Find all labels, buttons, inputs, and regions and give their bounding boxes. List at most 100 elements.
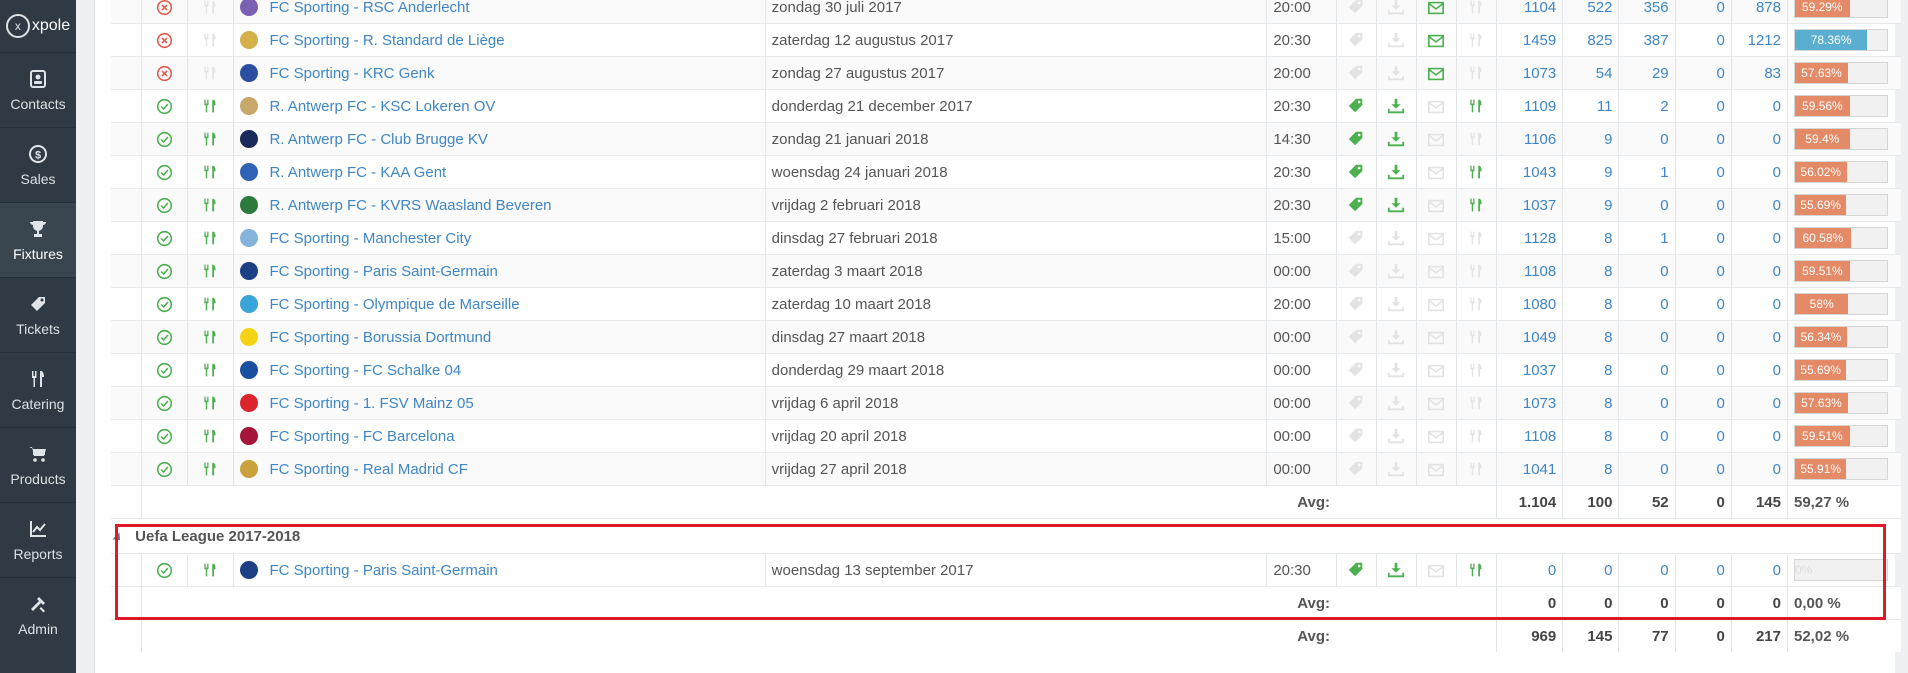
count-4[interactable]: 0 (1674, 320, 1732, 354)
count-1[interactable]: 1459 (1496, 23, 1563, 57)
tag-icon[interactable] (1335, 122, 1377, 156)
match-link[interactable]: FC Sporting - R. Standard de Liège (263, 23, 766, 57)
catering-icon[interactable] (186, 353, 234, 387)
count-5[interactable]: 0 (1730, 89, 1788, 123)
count-1[interactable]: 1080 (1496, 287, 1563, 321)
fixture-row[interactable]: FC Sporting - Manchester City dinsdag 27… (111, 221, 1901, 255)
collapse-triangle-icon[interactable] (112, 531, 124, 544)
catering-icon[interactable] (186, 23, 234, 57)
download-icon[interactable] (1375, 155, 1417, 189)
match-name[interactable]: FC Sporting - FC Schalke 04 (269, 362, 461, 379)
catering-icon[interactable] (186, 122, 234, 156)
count-3[interactable]: 0 (1618, 353, 1676, 387)
count-3[interactable]: 0 (1618, 386, 1676, 420)
catering-status-icon[interactable] (1455, 122, 1497, 156)
count-3[interactable]: 1 (1618, 221, 1676, 255)
confirmed-icon[interactable] (140, 386, 188, 420)
catering-status-icon[interactable] (1455, 89, 1497, 123)
sidebar-item-admin[interactable]: Admin (0, 577, 76, 652)
count-1[interactable]: 1128 (1496, 221, 1563, 255)
count-1[interactable]: 1106 (1496, 122, 1563, 156)
count-5[interactable]: 0 (1730, 452, 1788, 486)
catering-status-icon[interactable] (1455, 553, 1497, 587)
count-5[interactable]: 0 (1730, 553, 1788, 587)
catering-status-icon[interactable] (1455, 254, 1497, 288)
mail-icon[interactable] (1415, 23, 1457, 57)
cancelled-icon[interactable] (140, 56, 188, 90)
sidebar-item-reports[interactable]: Reports (0, 502, 76, 577)
match-name[interactable]: FC Sporting - Manchester City (269, 230, 471, 247)
count-3[interactable]: 387 (1618, 23, 1676, 57)
count-3[interactable]: 0 (1618, 419, 1676, 453)
tag-icon[interactable] (1335, 254, 1377, 288)
count-2[interactable]: 8 (1562, 287, 1619, 321)
match-name[interactable]: FC Sporting - Real Madrid CF (269, 461, 467, 478)
fixture-row[interactable]: FC Sporting - Borussia Dortmund dinsdag … (111, 320, 1901, 354)
count-3[interactable]: 0 (1618, 452, 1676, 486)
count-3[interactable]: 2 (1618, 89, 1676, 123)
count-2[interactable]: 8 (1562, 254, 1619, 288)
tag-icon[interactable] (1335, 287, 1377, 321)
download-icon[interactable] (1375, 0, 1417, 24)
tag-icon[interactable] (1335, 23, 1377, 57)
sidebar-item-contacts[interactable]: Contacts (0, 52, 76, 127)
count-4[interactable]: 0 (1674, 353, 1732, 387)
count-2[interactable]: 8 (1562, 221, 1619, 255)
count-5[interactable]: 0 (1730, 320, 1788, 354)
count-4[interactable]: 0 (1674, 0, 1732, 24)
match-link[interactable]: FC Sporting - Real Madrid CF (263, 452, 766, 486)
tag-icon[interactable] (1335, 386, 1377, 420)
catering-icon[interactable] (186, 419, 234, 453)
count-5[interactable]: 0 (1730, 353, 1788, 387)
count-1[interactable]: 0 (1496, 553, 1563, 587)
tag-icon[interactable] (1335, 553, 1377, 587)
match-link[interactable]: FC Sporting - FC Schalke 04 (263, 353, 766, 387)
fixture-row[interactable]: FC Sporting - Real Madrid CF vrijdag 27 … (111, 452, 1901, 486)
match-link[interactable]: FC Sporting - Olympique de Marseille (263, 287, 766, 321)
catering-status-icon[interactable] (1455, 353, 1497, 387)
cancelled-icon[interactable] (140, 23, 188, 57)
fixture-row[interactable]: FC Sporting - Paris Saint-Germain woensd… (111, 553, 1901, 587)
count-3[interactable]: 0 (1618, 254, 1676, 288)
mail-icon[interactable] (1415, 122, 1457, 156)
count-5[interactable]: 83 (1730, 56, 1788, 90)
match-link[interactable]: FC Sporting - Paris Saint-Germain (263, 553, 766, 587)
match-name[interactable]: R. Antwerp FC - KSC Lokeren OV (269, 98, 495, 115)
count-4[interactable]: 0 (1674, 188, 1732, 222)
count-1[interactable]: 1037 (1496, 353, 1563, 387)
match-name[interactable]: R. Antwerp FC - KAA Gent (269, 164, 446, 181)
catering-icon[interactable] (186, 56, 234, 90)
mail-icon[interactable] (1415, 56, 1457, 90)
count-3[interactable]: 0 (1618, 287, 1676, 321)
match-name[interactable]: FC Sporting - KRC Genk (269, 65, 434, 82)
confirmed-icon[interactable] (140, 287, 188, 321)
catering-status-icon[interactable] (1455, 287, 1497, 321)
catering-status-icon[interactable] (1455, 320, 1497, 354)
match-link[interactable]: FC Sporting - Manchester City (263, 221, 766, 255)
count-2[interactable]: 8 (1562, 353, 1619, 387)
match-link[interactable]: FC Sporting - Paris Saint-Germain (263, 254, 766, 288)
sidebar-item-tickets[interactable]: Tickets (0, 277, 76, 352)
match-name[interactable]: FC Sporting - Olympique de Marseille (269, 296, 519, 313)
confirmed-icon[interactable] (140, 188, 188, 222)
tag-icon[interactable] (1335, 155, 1377, 189)
count-2[interactable]: 825 (1562, 23, 1619, 57)
sidebar-item-catering[interactable]: Catering (0, 352, 76, 427)
mail-icon[interactable] (1415, 320, 1457, 354)
catering-icon[interactable] (186, 188, 234, 222)
catering-icon[interactable] (186, 0, 234, 24)
count-4[interactable]: 0 (1674, 122, 1732, 156)
catering-icon[interactable] (186, 89, 234, 123)
count-1[interactable]: 1043 (1496, 155, 1563, 189)
fixture-row[interactable]: FC Sporting - RSC Anderlecht zondag 30 j… (111, 0, 1901, 24)
download-icon[interactable] (1375, 221, 1417, 255)
download-icon[interactable] (1375, 122, 1417, 156)
mail-icon[interactable] (1415, 254, 1457, 288)
match-name[interactable]: FC Sporting - RSC Anderlecht (269, 0, 469, 16)
match-name[interactable]: FC Sporting - 1. FSV Mainz 05 (269, 395, 473, 412)
fixture-row[interactable]: FC Sporting - Olympique de Marseille zat… (111, 287, 1901, 321)
count-4[interactable]: 0 (1674, 23, 1732, 57)
count-4[interactable]: 0 (1674, 155, 1732, 189)
fixture-row[interactable]: R. Antwerp FC - Club Brugge KV zondag 21… (111, 122, 1901, 156)
count-5[interactable]: 0 (1730, 386, 1788, 420)
